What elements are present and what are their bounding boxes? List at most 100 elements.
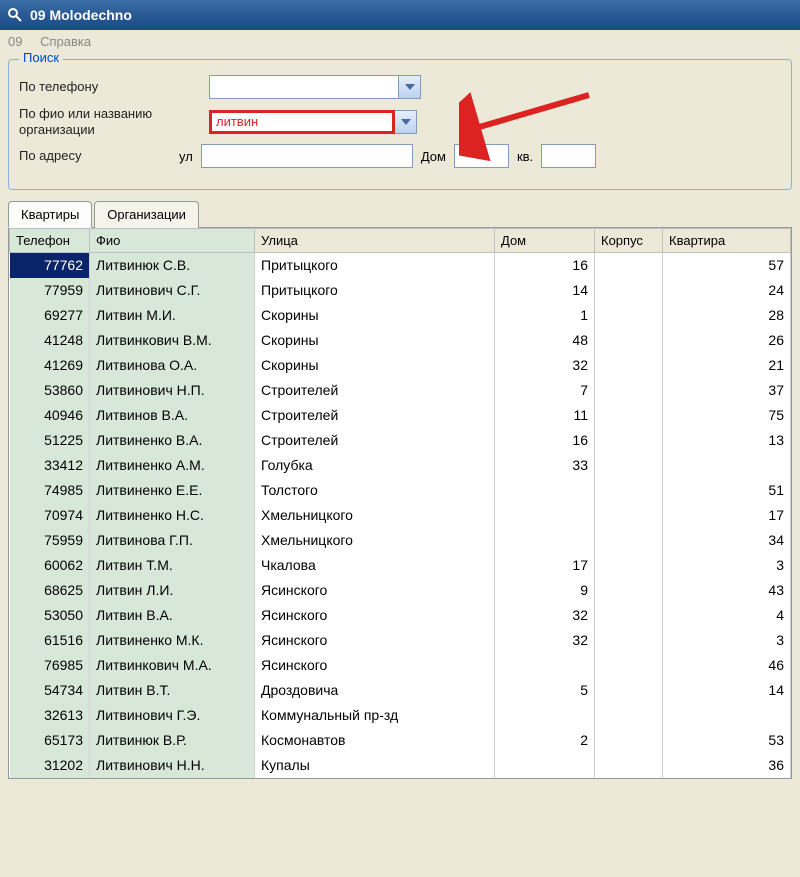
cell-street: Строителей [255, 428, 495, 453]
table-row[interactable]: 53050Литвин В.А.Ясинского324 [10, 603, 791, 628]
cell-korp [595, 603, 663, 628]
cell-street: Скорины [255, 353, 495, 378]
cell-fio: Литвинович С.Г. [90, 278, 255, 303]
dropdown-phone-button[interactable] [399, 75, 421, 99]
cell-korp [595, 403, 663, 428]
table-row[interactable]: 77959Литвинович С.Г.Притыцкого1424 [10, 278, 791, 303]
col-header-fio[interactable]: Фио [90, 229, 255, 253]
table-row[interactable]: 31202Литвинович Н.Н.Купалы36 [10, 753, 791, 778]
input-street[interactable] [201, 144, 413, 168]
cell-phone: 41248 [10, 328, 90, 353]
cell-kv: 17 [663, 503, 791, 528]
cell-kv: 34 [663, 528, 791, 553]
cell-phone: 53860 [10, 378, 90, 403]
table-row[interactable]: 60062Литвин Т.М.Чкалова173 [10, 553, 791, 578]
cell-fio: Литвиненко Е.Е. [90, 478, 255, 503]
cell-dom: 14 [495, 278, 595, 303]
table-row[interactable]: 68625Литвин Л.И.Ясинского943 [10, 578, 791, 603]
input-house[interactable] [454, 144, 509, 168]
cell-korp [595, 678, 663, 703]
col-header-phone[interactable]: Телефон [10, 229, 90, 253]
input-fio[interactable] [209, 110, 395, 134]
table-row[interactable]: 54734Литвин В.Т.Дроздовича514 [10, 678, 791, 703]
col-header-kv[interactable]: Квартира [663, 229, 791, 253]
cell-korp [595, 253, 663, 278]
cell-street: Голубка [255, 453, 495, 478]
cell-dom: 9 [495, 578, 595, 603]
cell-kv: 53 [663, 728, 791, 753]
cell-fio: Литвинюк В.Р. [90, 728, 255, 753]
cell-korp [595, 528, 663, 553]
cell-phone: 69277 [10, 303, 90, 328]
search-group: Поиск По телефону По фио или названию ор… [8, 59, 792, 190]
cell-dom [495, 528, 595, 553]
label-by-address: По адресу [19, 148, 149, 164]
cell-fio: Литвинова Г.П. [90, 528, 255, 553]
cell-phone: 68625 [10, 578, 90, 603]
cell-street: Скорины [255, 303, 495, 328]
results-table-wrap: Телефон Фио Улица Дом Корпус Квартира 77… [8, 227, 792, 779]
input-apt[interactable] [541, 144, 596, 168]
col-header-dom[interactable]: Дом [495, 229, 595, 253]
cell-phone: 54734 [10, 678, 90, 703]
menu-item-09[interactable]: 09 [8, 34, 22, 49]
cell-kv [663, 453, 791, 478]
cell-dom [495, 478, 595, 503]
table-row[interactable]: 74985Литвиненко Е.Е.Толстого51 [10, 478, 791, 503]
cell-phone: 33412 [10, 453, 90, 478]
cell-fio: Литвиненко М.К. [90, 628, 255, 653]
table-row[interactable]: 40946Литвинов В.А.Строителей1175 [10, 403, 791, 428]
col-header-korp[interactable]: Корпус [595, 229, 663, 253]
table-row[interactable]: 65173Литвинюк В.Р.Космонавтов253 [10, 728, 791, 753]
cell-dom: 11 [495, 403, 595, 428]
dropdown-fio-button[interactable] [395, 110, 417, 134]
table-row[interactable]: 70974Литвиненко Н.С.Хмельницкого17 [10, 503, 791, 528]
cell-fio: Литвин Т.М. [90, 553, 255, 578]
cell-kv: 13 [663, 428, 791, 453]
table-row[interactable]: 41269Литвинова О.А.Скорины3221 [10, 353, 791, 378]
tab-organizations[interactable]: Организации [94, 201, 199, 228]
tab-apartments[interactable]: Квартиры [8, 201, 92, 228]
cell-fio: Литвин Л.И. [90, 578, 255, 603]
table-row[interactable]: 76985Литвинкович М.А.Ясинского46 [10, 653, 791, 678]
cell-phone: 77762 [10, 253, 90, 278]
input-phone[interactable] [209, 75, 399, 99]
label-by-phone: По телефону [19, 79, 209, 95]
cell-kv: 3 [663, 628, 791, 653]
cell-dom: 1 [495, 303, 595, 328]
cell-korp [595, 328, 663, 353]
menu-item-help[interactable]: Справка [40, 34, 91, 49]
table-row[interactable]: 32613Литвинович Г.Э.Коммунальный пр-зд [10, 703, 791, 728]
table-row[interactable]: 33412Литвиненко А.М.Голубка33 [10, 453, 791, 478]
cell-dom: 17 [495, 553, 595, 578]
combo-fio[interactable] [209, 110, 417, 134]
cell-phone: 41269 [10, 353, 90, 378]
cell-phone: 65173 [10, 728, 90, 753]
cell-dom [495, 703, 595, 728]
cell-kv: 43 [663, 578, 791, 603]
cell-dom: 5 [495, 678, 595, 703]
cell-fio: Литвинкович В.М. [90, 328, 255, 353]
cell-phone: 77959 [10, 278, 90, 303]
cell-dom: 2 [495, 728, 595, 753]
cell-street: Чкалова [255, 553, 495, 578]
table-row[interactable]: 53860Литвинович Н.П.Строителей737 [10, 378, 791, 403]
cell-phone: 75959 [10, 528, 90, 553]
cell-korp [595, 703, 663, 728]
cell-kv: 21 [663, 353, 791, 378]
cell-street: Скорины [255, 328, 495, 353]
cell-korp [595, 653, 663, 678]
cell-korp [595, 378, 663, 403]
combo-phone[interactable] [209, 75, 421, 99]
results-table[interactable]: Телефон Фио Улица Дом Корпус Квартира 77… [9, 228, 791, 778]
table-row[interactable]: 75959Литвинова Г.П.Хмельницкого34 [10, 528, 791, 553]
table-row[interactable]: 51225Литвиненко В.А.Строителей1613 [10, 428, 791, 453]
table-row[interactable]: 77762Литвинюк С.В.Притыцкого1657 [10, 253, 791, 278]
table-row[interactable]: 69277Литвин М.И.Скорины128 [10, 303, 791, 328]
table-row[interactable]: 61516Литвиненко М.К.Ясинского323 [10, 628, 791, 653]
table-row[interactable]: 41248Литвинкович В.М.Скорины4826 [10, 328, 791, 353]
cell-fio: Литвинюк С.В. [90, 253, 255, 278]
cell-dom: 32 [495, 603, 595, 628]
col-header-street[interactable]: Улица [255, 229, 495, 253]
cell-kv: 24 [663, 278, 791, 303]
